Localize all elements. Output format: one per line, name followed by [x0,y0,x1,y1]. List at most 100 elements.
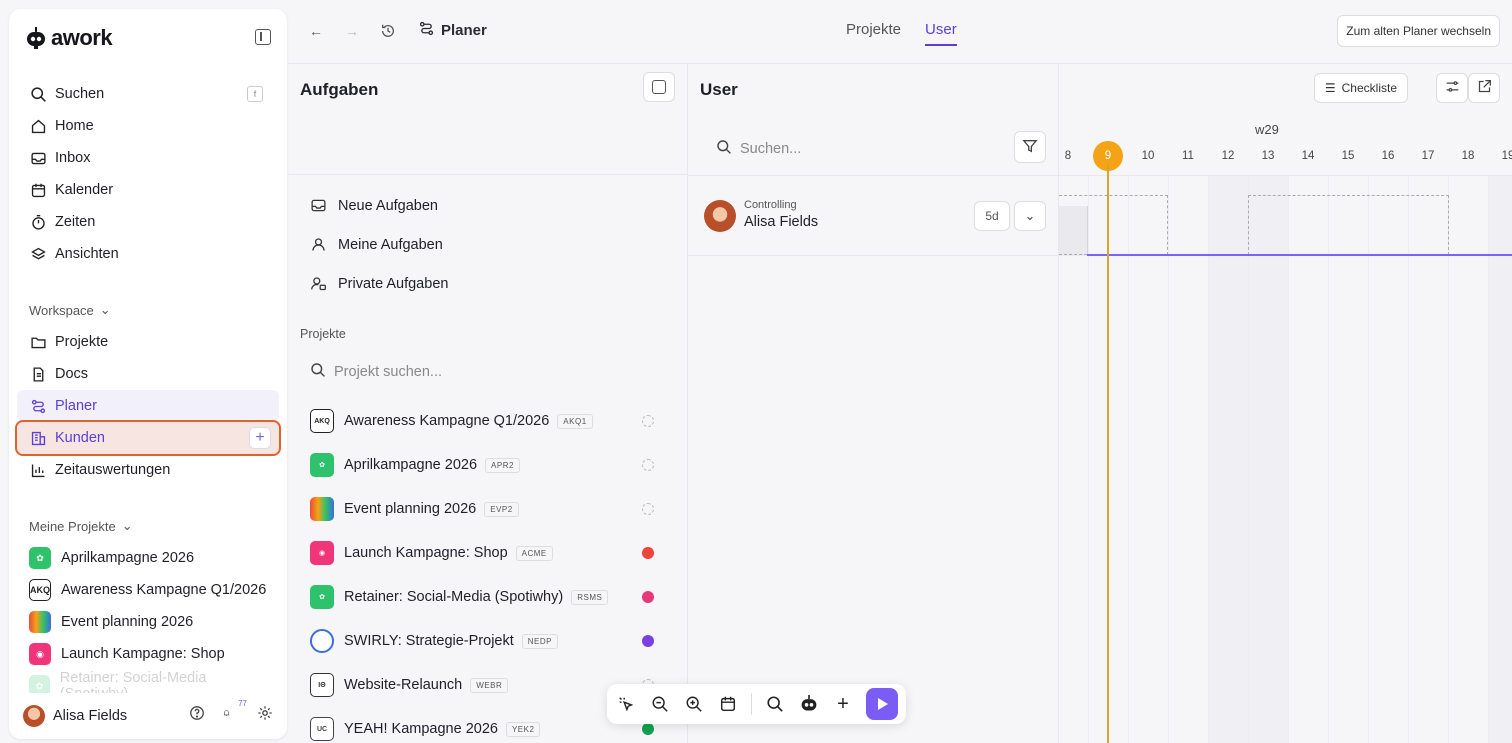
project-name: Event planning 2026 [344,501,477,517]
open-external-button[interactable] [1468,73,1500,103]
start-timer-button[interactable] [866,688,898,720]
expand-row-button[interactable]: ⌄ [1014,201,1046,231]
back-arrow-icon[interactable]: ← [307,22,325,40]
day-label: 11 [1182,150,1194,162]
project-name: Awareness Kampagne Q1/2026 [344,413,550,429]
task-link-new[interactable]: Neue Aufgaben [288,186,687,225]
sidebar-project-item[interactable]: Event planning 2026 [17,606,279,638]
user-search-input[interactable]: Suchen... [716,139,801,159]
day-label: 16 [1381,150,1395,162]
project-row[interactable]: ◉ Launch Kampagne: Shop ACME [310,531,657,575]
sidebar-project-item[interactable]: ◉ Launch Kampagne: Shop [17,638,279,670]
chevron-down-icon: ⌄ [99,302,111,317]
toggle-panel-button[interactable] [643,72,675,102]
chevron-down-icon: ⌄ [1024,208,1036,223]
page-title: Planer [418,20,487,41]
user-row[interactable]: Controlling Alisa Fields 5d ⌄ [688,176,1058,256]
project-row[interactable]: SWIRLY: Strategie-Projekt NEDP [310,619,657,663]
sidebar-item-docs[interactable]: Docs [17,358,279,390]
calendar-icon[interactable] [717,693,739,715]
week-label: w29 [1255,122,1279,137]
tab-projects[interactable]: Projekte [846,21,901,46]
sidebar-item-projects[interactable]: Projekte [17,326,279,358]
add-customer-button[interactable]: + [249,427,271,449]
sidebar-item-time-reports[interactable]: Zeitauswertungen [17,454,279,486]
sidebar-item-search[interactable]: Suchen f [17,78,279,110]
project-row[interactable]: ✿ Retainer: Social-Media (Spotiwhy) RSMS [310,575,657,619]
task-link-mine[interactable]: Meine Aufgaben [288,225,687,264]
day-column [1448,176,1488,743]
project-key: YEK2 [505,721,541,737]
settings-sliders-button[interactable] [1436,73,1468,103]
sidebar-item-views[interactable]: Ansichten [17,238,279,270]
sidebar-item-customers[interactable]: Kunden + [15,420,281,456]
workspace-section-toggle[interactable]: Workspace ⌄ [17,294,279,326]
section-label: Meine Projekte [29,518,116,534]
sidebar-item-planner[interactable]: Planer [17,390,279,422]
help-icon[interactable] [189,705,205,721]
project-key: APR2 [485,457,520,473]
sidebar-item-label: Zeiten [55,214,96,230]
ai-assistant-icon[interactable] [798,693,820,715]
collapse-sidebar-icon[interactable] [255,29,271,45]
tab-user[interactable]: User [925,21,957,46]
project-key: AKQ1 [557,413,593,429]
day-column [1368,176,1408,743]
project-row[interactable]: ΙΘ Website-Relaunch WEBR [310,663,657,707]
project-row[interactable]: Event planning 2026 EVP2 [310,487,657,531]
filter-button[interactable] [1014,131,1046,163]
project-row[interactable]: UC YEAH! Kampagne 2026 YEK2 [310,707,657,743]
project-key: RSMS [571,589,609,605]
forward-arrow-icon[interactable]: → [343,22,361,40]
zoom-in-icon[interactable] [683,693,705,715]
day-label: 15 [1341,150,1355,162]
day-label: 17 [1421,150,1435,162]
capacity-placeholder[interactable] [1059,195,1168,255]
tasks-title: Aufgaben [300,80,379,99]
project-row[interactable]: ✿ Aprilkampagne 2026 APR2 [310,443,657,487]
project-name: Launch Kampagne: Shop [61,646,225,662]
bell-icon[interactable]: 77 [223,699,247,721]
home-icon [29,117,47,135]
planner-icon [418,20,435,41]
sidebar-item-inbox[interactable]: Inbox [17,142,279,174]
search-icon[interactable] [764,693,786,715]
current-user-name[interactable]: Alisa Fields [53,708,127,724]
status-dot [642,503,654,515]
tasks-panel: Aufgaben Neue Aufgaben Meine Aufgaben Pr… [288,64,688,743]
status-dot [642,723,654,735]
capacity-button[interactable]: 5d [974,201,1010,231]
project-name: Website-Relaunch [344,677,463,693]
project-search-input[interactable]: Projekt suchen... [310,362,442,382]
stopwatch-icon [29,213,47,231]
project-name: YEAH! Kampagne 2026 [344,721,498,737]
sidebar-item-home[interactable]: Home [17,110,279,142]
project-logo-icon: AKQ [29,579,51,601]
brand-name: awork [51,25,113,50]
project-logo-icon [310,629,334,653]
add-icon[interactable]: + [832,693,854,715]
sidebar-project-item[interactable]: ✿ Aprilkampagne 2026 [17,542,279,574]
day-label: 10 [1141,150,1155,162]
history-icon[interactable] [379,22,397,40]
switch-old-planner-button[interactable]: Zum alten Planer wechseln [1337,15,1500,47]
checklist-button[interactable]: ☰ Checkliste [1313,73,1408,103]
zoom-out-icon[interactable] [649,693,671,715]
sidebar-project-item[interactable]: AKQ Awareness Kampagne Q1/2026 [17,574,279,606]
external-link-icon [1477,79,1492,97]
capacity-placeholder[interactable] [1248,195,1449,255]
project-name: SWIRLY: Strategie-Projekt [344,633,514,649]
page-title-text: Planer [441,22,487,39]
sidebar-item-times[interactable]: Zeiten [17,206,279,238]
project-row[interactable]: AKQ Awareness Kampagne Q1/2026 AKQ1 [310,399,657,443]
sidebar-item-calendar[interactable]: Kalender [17,174,279,206]
floating-toolbar: + [607,684,906,724]
day-column [1328,176,1368,743]
my-projects-section-toggle[interactable]: Meine Projekte ⌄ [17,510,279,542]
avatar[interactable] [23,705,45,727]
task-link-private[interactable]: Private Aufgaben [288,264,687,303]
cursor-select-icon[interactable] [615,693,637,715]
awork-logo[interactable]: awork [25,25,113,51]
gear-icon[interactable] [257,705,273,721]
sidebar-footer: Alisa Fields 77 [9,693,287,739]
